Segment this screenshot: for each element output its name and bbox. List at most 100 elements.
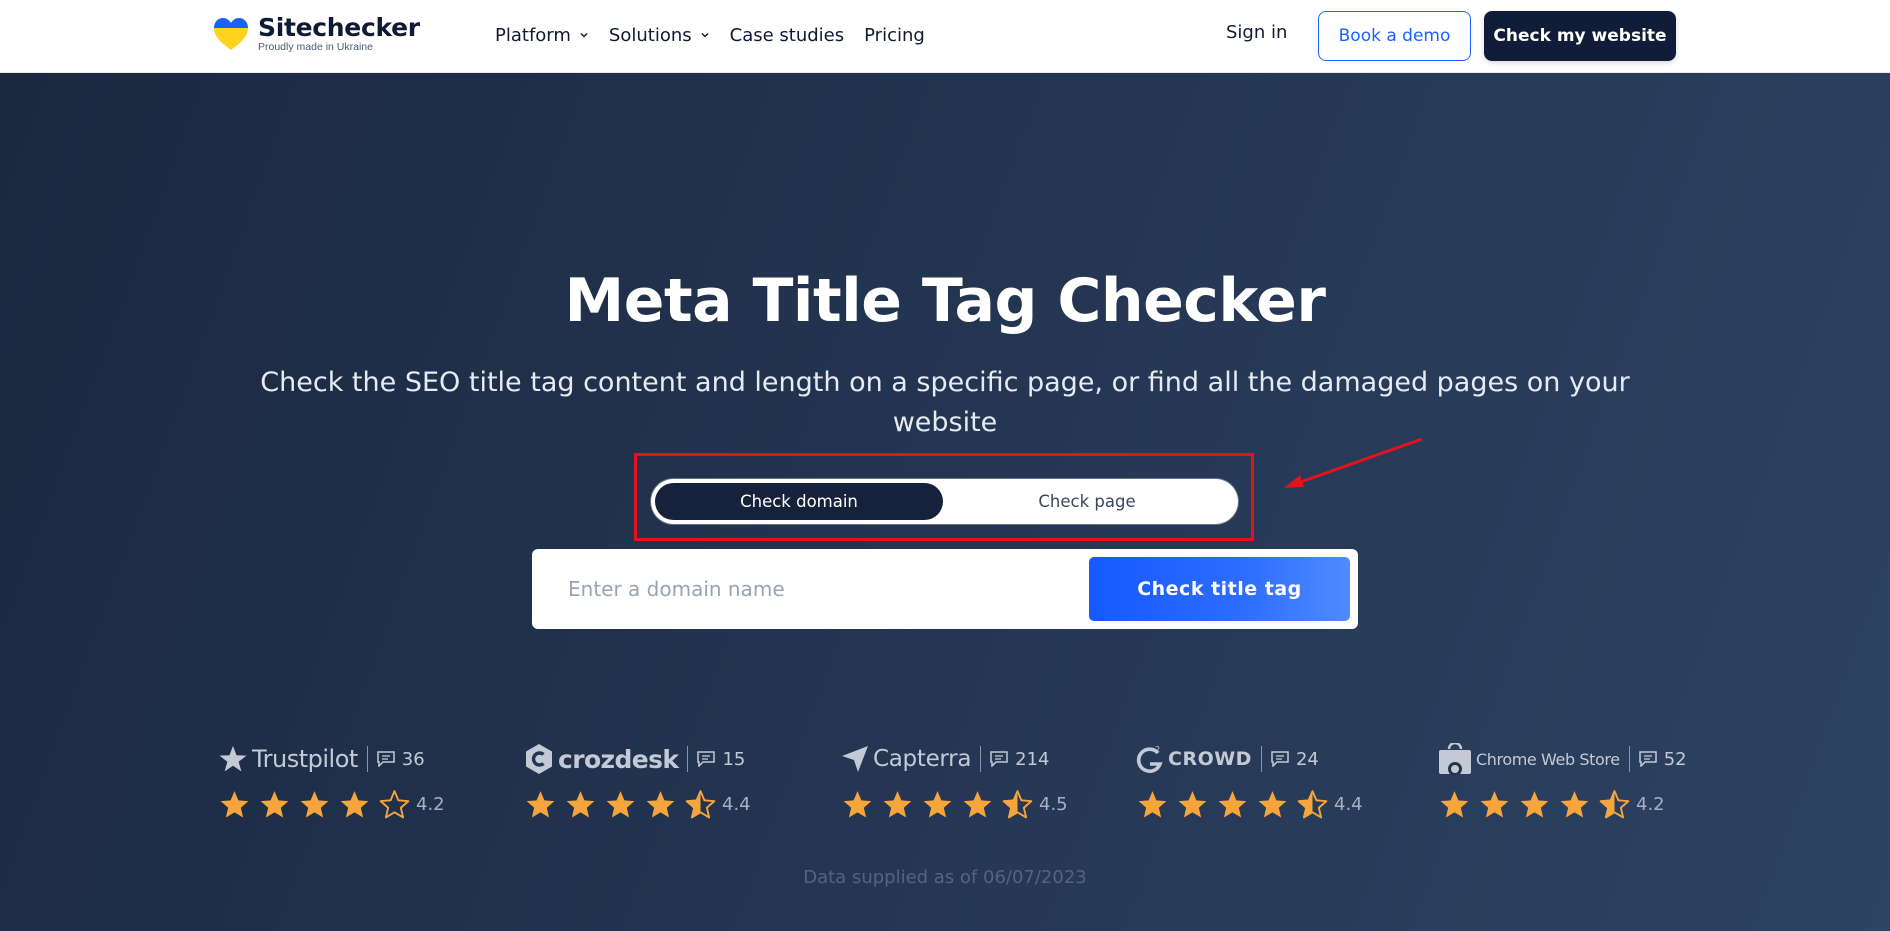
star-full-icon xyxy=(260,791,289,818)
nav-case-studies[interactable]: Case studies xyxy=(730,25,845,46)
g2-crowd-brand: 2 CROWD xyxy=(1136,744,1252,774)
star-full-icon xyxy=(1560,791,1589,818)
star-full-icon xyxy=(963,791,992,818)
review-g2-crowd[interactable]: 2 CROWD 24 4.4 xyxy=(1136,741,1396,821)
sitechecker-logo[interactable]: Sitechecker Proudly made in Ukraine xyxy=(212,14,420,54)
nav-case-studies-label: Case studies xyxy=(729,24,845,46)
review-count-value: 36 xyxy=(401,748,425,770)
star-half-icon xyxy=(1297,790,1328,819)
review-count-value: 15 xyxy=(722,748,746,770)
review-capterra[interactable]: Capterra 214 4.5 xyxy=(841,741,1101,821)
star-rating: 4.4 xyxy=(1136,789,1363,820)
domain-input[interactable] xyxy=(556,561,1076,617)
check-my-website-button[interactable]: Check my website xyxy=(1484,11,1676,61)
chrome-web-store-name: Chrome Web Store xyxy=(1476,749,1620,769)
logo-tagline: Proudly made in Ukraine xyxy=(258,41,373,54)
check-domain-option[interactable]: Check domain xyxy=(655,483,943,520)
page-title: Meta Title Tag Checker xyxy=(564,266,1326,336)
star-half-icon xyxy=(1599,790,1630,819)
star-full-icon xyxy=(1218,791,1247,818)
review-count: 36 xyxy=(377,749,425,770)
star-full-icon xyxy=(300,791,329,818)
comment-icon xyxy=(377,751,395,767)
rating-value: 4.2 xyxy=(416,794,445,815)
star-empty-icon xyxy=(379,790,410,819)
page-subtitle: Check the SEO title tag content and leng… xyxy=(260,367,1630,438)
crozdesk-icon xyxy=(526,744,552,774)
review-crozdesk[interactable]: crozdesk 15 4.4 xyxy=(524,741,784,821)
data-supplied-note: Data supplied as of 06/07/2023 xyxy=(803,867,1087,888)
g2-crowd-name: CROWD xyxy=(1168,748,1252,770)
chrome-web-store-brand: Chrome Web Store xyxy=(1438,743,1620,775)
rating-value: 4.5 xyxy=(1039,794,1068,815)
sign-in-link[interactable]: Sign in xyxy=(1226,22,1287,43)
crozdesk-brand: crozdesk xyxy=(524,743,679,775)
nav-platform[interactable]: Platform xyxy=(495,25,589,46)
star-rating: 4.5 xyxy=(841,789,1068,820)
star-full-icon xyxy=(220,791,249,818)
review-count: 52 xyxy=(1638,749,1687,770)
divider xyxy=(1260,746,1262,772)
capterra-name: Capterra xyxy=(873,746,972,772)
star-full-icon xyxy=(1440,791,1469,818)
star-half-icon xyxy=(1002,790,1033,819)
star-full-icon xyxy=(883,791,912,818)
trustpilot-brand: Trustpilot xyxy=(218,744,358,774)
star-full-icon xyxy=(526,791,555,818)
star-full-icon xyxy=(340,791,369,818)
svg-text:2: 2 xyxy=(1155,745,1160,754)
comment-icon xyxy=(697,751,716,767)
check-mode-toggle: Check domain Check page xyxy=(651,479,1238,524)
comment-icon xyxy=(1638,751,1657,767)
star-full-icon xyxy=(646,791,675,818)
chevron-down-icon xyxy=(701,32,709,38)
star-rating: 4.4 xyxy=(524,789,751,820)
capterra-icon xyxy=(842,746,868,772)
review-count: 214 xyxy=(990,749,1049,770)
star-full-icon xyxy=(566,791,595,818)
rating-value: 4.4 xyxy=(722,794,751,815)
comment-icon xyxy=(1271,751,1289,767)
trustpilot-name: Trustpilot xyxy=(252,745,358,773)
rating-value: 4.2 xyxy=(1636,794,1665,815)
star-full-icon xyxy=(1258,791,1287,818)
nav-pricing[interactable]: Pricing xyxy=(864,25,925,46)
review-chrome-web-store[interactable]: Chrome Web Store 52 4.2 xyxy=(1438,741,1708,821)
review-count-value: 24 xyxy=(1295,748,1319,770)
nav-solutions[interactable]: Solutions xyxy=(609,25,710,46)
domain-search-form: Check title tag xyxy=(532,549,1358,629)
star-full-icon xyxy=(606,791,635,818)
annotation-arrow-icon xyxy=(1284,437,1423,488)
star-full-icon xyxy=(843,791,872,818)
nav-platform-label: Platform xyxy=(495,24,571,46)
capterra-brand: Capterra xyxy=(841,745,971,773)
heart-logo-icon xyxy=(214,18,248,50)
divider xyxy=(980,746,982,772)
nav-pricing-label: Pricing xyxy=(864,24,925,46)
divider xyxy=(687,746,689,772)
crozdesk-name: crozdesk xyxy=(558,744,679,774)
divider xyxy=(1628,746,1630,772)
star-full-icon xyxy=(1178,791,1207,818)
review-count: 24 xyxy=(1271,749,1319,770)
star-half-icon xyxy=(685,790,716,819)
star-full-icon xyxy=(923,791,952,818)
logo-name: Sitechecker xyxy=(258,13,420,43)
book-demo-button[interactable]: Book a demo xyxy=(1318,11,1471,61)
divider xyxy=(366,746,368,772)
chevron-down-icon xyxy=(580,32,588,38)
hero-section: Meta Title Tag Checker Check the SEO tit… xyxy=(0,73,1890,931)
check-page-option[interactable]: Check page xyxy=(943,483,1231,520)
star-full-icon xyxy=(1480,791,1509,818)
top-navbar: Sitechecker Proudly made in Ukraine Plat… xyxy=(0,0,1890,73)
star-rating: 4.2 xyxy=(1438,789,1665,820)
trustpilot-star-icon xyxy=(219,745,247,772)
star-rating: 4.2 xyxy=(218,789,445,820)
review-count-value: 214 xyxy=(1015,748,1050,770)
check-title-tag-button[interactable]: Check title tag xyxy=(1089,557,1350,621)
review-trustpilot[interactable]: Trustpilot 36 4.2 xyxy=(218,741,478,821)
rating-value: 4.4 xyxy=(1334,794,1363,815)
g2-icon: 2 xyxy=(1136,745,1163,773)
main-nav: Platform Solutions Case studies Pricing xyxy=(495,20,945,50)
star-full-icon xyxy=(1520,791,1549,818)
